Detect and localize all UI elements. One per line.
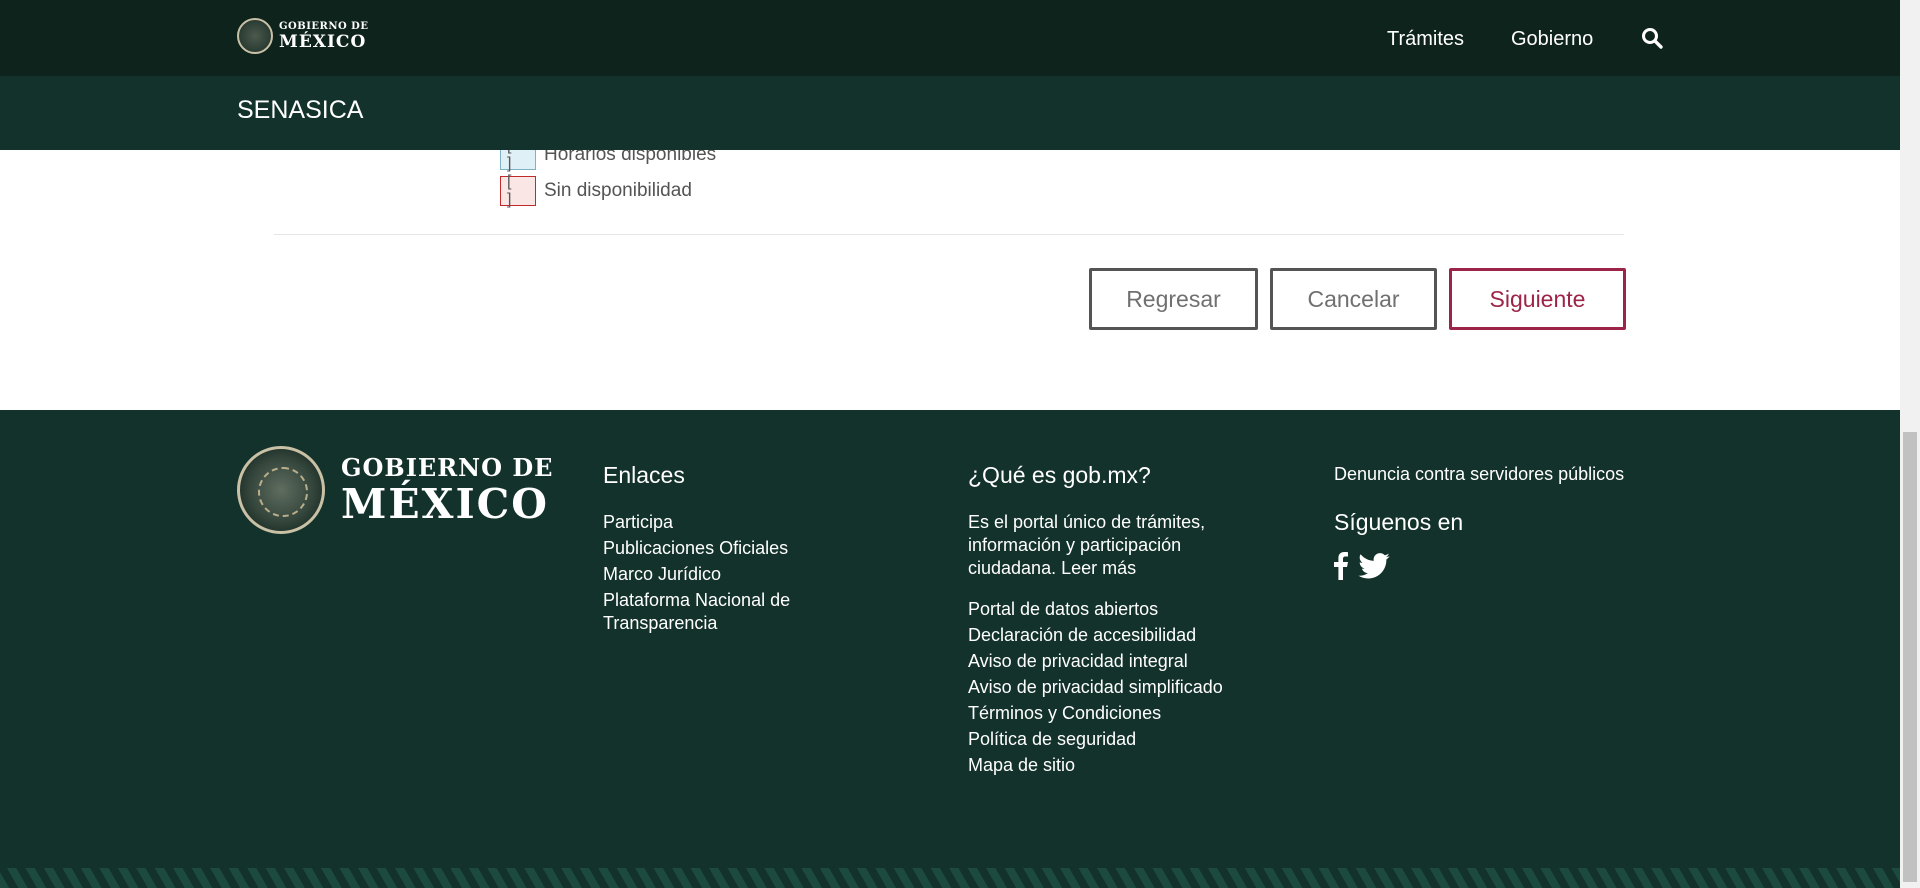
footer-que-es: ¿Qué es gob.mx? Es el portal único de tr…	[968, 462, 1268, 780]
link-plataforma-transparencia[interactable]: Plataforma Nacional de Transparencia	[603, 589, 853, 635]
national-seal-icon	[237, 446, 325, 534]
legend-unavailable-label: Sin disponibilidad	[544, 180, 692, 201]
regresar-button[interactable]: Regresar	[1089, 268, 1258, 330]
gobierno-logo[interactable]: GOBIERNO DE MÉXICO	[237, 18, 368, 54]
search-icon[interactable]	[1640, 26, 1664, 50]
twitter-icon[interactable]	[1358, 553, 1390, 579]
denuncia-link[interactable]: Denuncia contra servidores públicos	[1334, 464, 1674, 485]
footer-logo-line2: MÉXICO	[341, 479, 549, 528]
footer-decorative-pattern	[0, 868, 1900, 888]
top-navbar: GOBIERNO DE MÉXICO Trámites Gobierno	[0, 0, 1900, 76]
cancelar-button[interactable]: Cancelar	[1270, 268, 1437, 330]
link-publicaciones-oficiales[interactable]: Publicaciones Oficiales	[603, 537, 853, 560]
link-marco-juridico[interactable]: Marco Jurídico	[603, 563, 853, 586]
nav-tramites-link[interactable]: Trámites	[1387, 28, 1464, 51]
national-seal-icon	[237, 18, 273, 54]
link-privacidad-simplificado[interactable]: Aviso de privacidad simplificado	[968, 676, 1268, 699]
footer-enlaces: Enlaces Participa Publicaciones Oficiale…	[603, 462, 853, 638]
link-terminos[interactable]: Términos y Condiciones	[968, 702, 1268, 725]
leer-mas-link[interactable]: Leer más	[1061, 558, 1136, 578]
legend-unavailable: [ ] Sin disponibilidad	[500, 173, 692, 208]
siguiente-button[interactable]: Siguiente	[1449, 268, 1626, 330]
sub-navbar-overlay: SENASICA	[0, 76, 1900, 150]
social-links	[1334, 552, 1674, 580]
logo-line1: GOBIERNO DE	[279, 20, 369, 32]
footer: GOBIERNO DE MÉXICO Enlaces Participa Pub…	[0, 410, 1900, 888]
siguenos-heading: Síguenos en	[1334, 509, 1464, 535]
link-datos-abiertos[interactable]: Portal de datos abiertos	[968, 598, 1268, 621]
link-politica-seguridad[interactable]: Política de seguridad	[968, 728, 1268, 751]
footer-right: Denuncia contra servidores públicos Sígu…	[1334, 464, 1674, 580]
link-accesibilidad[interactable]: Declaración de accesibilidad	[968, 624, 1268, 647]
footer-logo-line1: GOBIERNO DE	[341, 452, 554, 482]
link-mapa-sitio[interactable]: Mapa de sitio	[968, 754, 1268, 777]
link-participa[interactable]: Participa	[603, 511, 853, 534]
logo-line2: MÉXICO	[279, 31, 367, 52]
que-es-heading: ¿Qué es gob.mx?	[968, 462, 1151, 488]
page-scrollbar[interactable]	[1900, 0, 1920, 888]
que-es-description: Es el portal único de trámites, informac…	[968, 512, 1206, 578]
footer-logo[interactable]: GOBIERNO DE MÉXICO	[237, 446, 553, 534]
nav-gobierno-link[interactable]: Gobierno	[1511, 28, 1593, 51]
agency-title-overlay: SENASICA	[237, 96, 364, 124]
legend-unavailable-swatch: [ ]	[500, 173, 536, 208]
facebook-icon[interactable]	[1334, 552, 1348, 580]
form-divider	[274, 234, 1624, 235]
scrollbar-thumb[interactable]	[1903, 432, 1917, 882]
enlaces-heading: Enlaces	[603, 462, 685, 488]
link-privacidad-integral[interactable]: Aviso de privacidad integral	[968, 650, 1268, 673]
